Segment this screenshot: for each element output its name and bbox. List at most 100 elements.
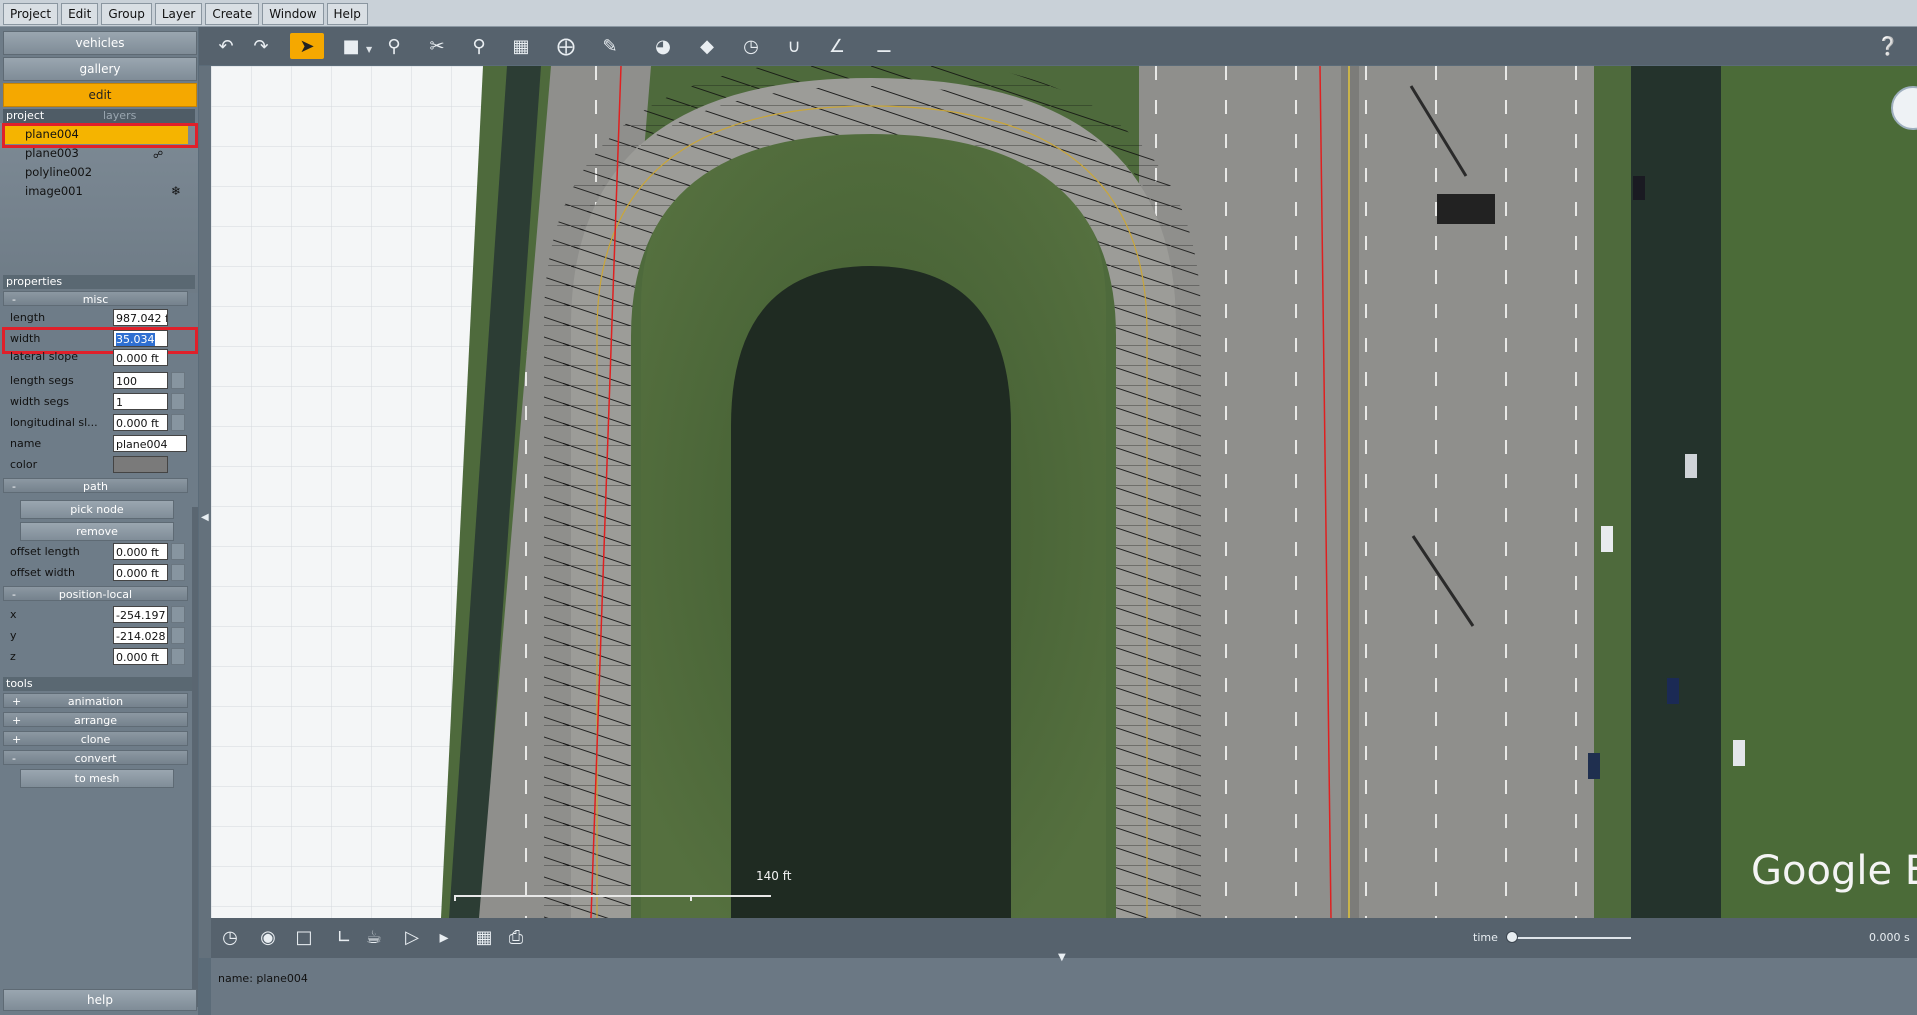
project-list: plane004 plane003 ☍ polyline002 image001…: [0, 123, 198, 293]
stepper[interactable]: [171, 372, 185, 389]
z-field[interactable]: 0.000 ft: [113, 648, 168, 665]
panel-scrollbar[interactable]: [192, 507, 198, 1007]
expand-sign: +: [12, 733, 22, 746]
menu-create[interactable]: Create: [205, 3, 260, 25]
globe-icon[interactable]: ◷: [217, 924, 243, 950]
cube-view-icon[interactable]: ▦: [508, 33, 534, 59]
vehicles-button[interactable]: vehicles: [3, 31, 197, 55]
scissors-icon[interactable]: ✂: [424, 33, 450, 59]
offset-width-field[interactable]: 0.000 ft: [113, 564, 168, 581]
to-mesh-button[interactable]: to mesh: [20, 769, 174, 788]
path-title: path: [82, 480, 108, 493]
stepper[interactable]: [171, 627, 185, 644]
pick-node-button[interactable]: pick node: [20, 500, 174, 519]
redo-icon[interactable]: ↷: [248, 33, 274, 59]
paint-icon[interactable]: ✎: [597, 33, 623, 59]
misc-group-header[interactable]: - misc: [3, 291, 188, 306]
position-group-header[interactable]: - position-local: [3, 586, 188, 601]
color-row: color: [3, 455, 188, 476]
time-slider-thumb[interactable]: [1506, 931, 1518, 943]
properties-header: properties: [3, 275, 195, 289]
path-group-header[interactable]: - path: [3, 478, 188, 493]
collapse-sign: -: [12, 752, 16, 765]
tool-label: convert: [74, 752, 117, 765]
length-segs-field[interactable]: 100: [113, 372, 168, 389]
print-icon[interactable]: ⎙: [503, 924, 529, 950]
tool-label: arrange: [73, 714, 118, 727]
list-item[interactable]: image001 ❄: [3, 182, 188, 201]
filter-icon[interactable]: ⚲: [381, 33, 407, 59]
play-options-icon[interactable]: ▸: [431, 924, 457, 950]
plane-icon[interactable]: ◆: [694, 33, 720, 59]
stepper[interactable]: [171, 606, 185, 623]
measure-icon[interactable]: ∠: [824, 33, 850, 59]
time-label: time: [1473, 931, 1498, 944]
edit-button[interactable]: edit: [3, 83, 197, 107]
time-value: 0.000 s: [1869, 931, 1910, 944]
menu-layer[interactable]: Layer: [154, 3, 203, 25]
panel-splitter[interactable]: ◀: [199, 66, 211, 958]
zoom-icon[interactable]: ⚲: [466, 33, 492, 59]
play-icon[interactable]: ▷: [399, 924, 425, 950]
length-field[interactable]: 987.042 ft: [113, 309, 168, 326]
satellite-scene[interactable]: 140 ft Google E: [211, 66, 1917, 918]
y-field[interactable]: -214.028 ft: [113, 627, 168, 644]
list-item[interactable]: polyline002: [3, 163, 188, 182]
length-segs-label: length segs: [10, 374, 74, 387]
snowflake-icon: ❄: [171, 184, 182, 198]
layout-icon[interactable]: ▦: [471, 924, 497, 950]
tool-convert[interactable]: - convert: [3, 750, 188, 765]
color-swatch[interactable]: [113, 456, 168, 473]
viewport-3d[interactable]: 140 ft Google E: [211, 66, 1917, 918]
camera-icon[interactable]: ◉: [255, 924, 281, 950]
clock-icon[interactable]: ◷: [738, 33, 764, 59]
stepper[interactable]: [171, 393, 185, 410]
tool-clone[interactable]: + clone: [3, 731, 188, 746]
width-segs-row: width segs 1: [3, 392, 188, 413]
expand-arrow-icon[interactable]: ▼: [1058, 952, 1066, 963]
menu-group[interactable]: Group: [101, 3, 152, 25]
gauge-icon[interactable]: ◕: [650, 33, 676, 59]
collapse-sign: -: [12, 293, 16, 306]
menu-window[interactable]: Window: [262, 3, 324, 25]
tool-animation[interactable]: + animation: [3, 693, 188, 708]
undo-icon[interactable]: ↶: [213, 33, 239, 59]
menu-edit[interactable]: Edit: [61, 3, 99, 25]
stepper[interactable]: [171, 543, 185, 560]
rectangle-select-icon[interactable]: ■: [338, 33, 364, 59]
stepper[interactable]: [171, 564, 185, 581]
tab-project[interactable]: project: [6, 109, 44, 122]
longitudinal-field[interactable]: 0.000 ft: [113, 414, 168, 431]
stepper[interactable]: [171, 648, 185, 665]
main-toolbar: ↶ ↷ ➤ ■ ▼ ⚲ ✂ ⚲ ▦ ⨁ ✎ ◕ ◆ ◷ ∪ ∠ ⚊ ❔: [199, 27, 1917, 65]
menu-project[interactable]: Project: [3, 3, 59, 25]
remove-button[interactable]: remove: [20, 522, 174, 541]
pan-icon[interactable]: ⨁: [553, 33, 579, 59]
menu-help[interactable]: Help: [326, 3, 368, 25]
teapot-icon[interactable]: ☕: [361, 924, 387, 950]
select-arrow-icon[interactable]: ➤: [290, 33, 324, 59]
chevron-down-icon[interactable]: ▼: [366, 45, 372, 54]
x-field[interactable]: -254.197 ft: [113, 606, 168, 623]
offset-length-field[interactable]: 0.000 ft: [113, 543, 168, 560]
tool-arrange[interactable]: + arrange: [3, 712, 188, 727]
stepper[interactable]: [171, 414, 185, 431]
lateral-slope-field[interactable]: 0.000 ft: [113, 349, 168, 366]
spline-icon[interactable]: ∪: [781, 33, 807, 59]
time-slider[interactable]: [1511, 937, 1631, 939]
help-button[interactable]: help: [3, 989, 197, 1011]
gallery-button[interactable]: gallery: [3, 57, 197, 81]
help-icon[interactable]: ❔: [1875, 33, 1901, 59]
width-segs-field[interactable]: 1: [113, 393, 168, 410]
tab-layers[interactable]: layers: [103, 109, 136, 123]
frame-icon[interactable]: □: [291, 924, 317, 950]
lateral-slope-row: lateral slope 0.000 ft: [3, 349, 188, 371]
tools-header: tools: [3, 677, 195, 691]
color-label: color: [10, 458, 38, 471]
offset-width-row: offset width 0.000 ft: [3, 563, 188, 584]
width-segs-label: width segs: [10, 395, 70, 408]
graph-icon[interactable]: ∟: [331, 924, 357, 950]
ruler-icon[interactable]: ⚊: [867, 33, 901, 59]
name-field[interactable]: plane004: [113, 435, 187, 452]
left-panel: vehicles gallery edit project layers pla…: [0, 27, 198, 1015]
